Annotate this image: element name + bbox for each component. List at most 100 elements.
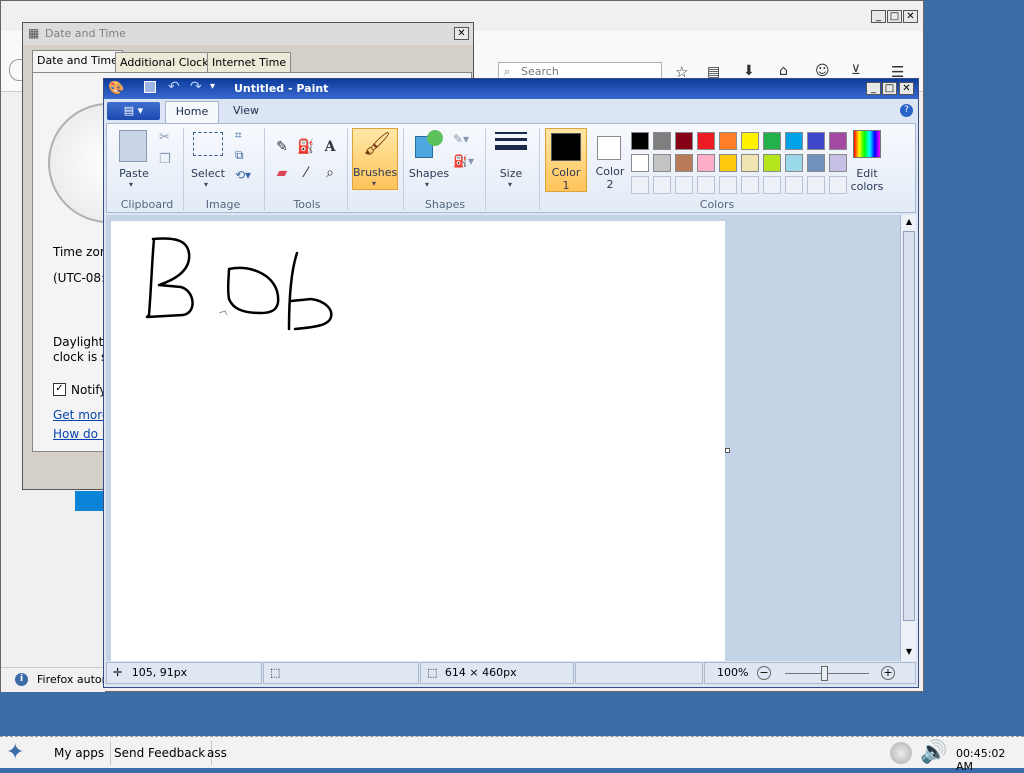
palette-swatch[interactable] (653, 154, 671, 172)
edit-colors-label-1[interactable]: Edit (845, 167, 889, 180)
crop-icon[interactable]: ⌗ (235, 128, 242, 143)
rotate-icon[interactable]: ⟲▾ (235, 168, 251, 182)
paint-minimize-button[interactable]: _ (866, 82, 881, 95)
palette-swatch[interactable] (719, 154, 737, 172)
paint-maximize-button[interactable]: □ (882, 82, 897, 95)
palette-swatch[interactable] (807, 154, 825, 172)
palette-empty-swatch[interactable] (719, 176, 737, 194)
zoom-in-icon[interactable]: + (881, 666, 895, 680)
paste-icon[interactable] (119, 130, 147, 162)
color1-button[interactable]: Color 1 (545, 128, 587, 192)
scroll-up-icon[interactable]: ▲ (902, 215, 916, 229)
close-button[interactable]: ✕ (903, 10, 918, 23)
palette-empty-swatch[interactable] (785, 176, 803, 194)
get-more-link[interactable]: Get more (53, 408, 109, 422)
palette-empty-swatch[interactable] (653, 176, 671, 194)
edit-colors-label-2[interactable]: colors (845, 180, 889, 193)
text-icon[interactable]: A (319, 136, 341, 158)
paste-dropdown-icon[interactable]: ▾ (129, 180, 133, 189)
palette-swatch[interactable] (741, 154, 759, 172)
color-picker-icon[interactable]: ⁄ (295, 162, 317, 184)
palette-empty-swatch[interactable] (763, 176, 781, 194)
palette-swatch[interactable] (741, 132, 759, 150)
firefox-page-button[interactable] (75, 491, 103, 511)
taskbar-ass[interactable]: ass (201, 741, 233, 765)
tab-home[interactable]: Home (165, 101, 219, 123)
face-icon[interactable]: ☺ (815, 63, 830, 79)
moon-icon[interactable] (890, 742, 912, 764)
volume-icon[interactable]: 🔊 (920, 739, 947, 767)
drawing-canvas[interactable] (111, 221, 725, 661)
save-icon[interactable] (144, 81, 156, 93)
canvas-resize-handle[interactable] (725, 448, 730, 453)
paint-close-button[interactable]: ✕ (899, 82, 914, 95)
taskbar-send-feedback[interactable]: Send Feedback (108, 741, 213, 765)
select-dropdown-icon[interactable]: ▾ (204, 180, 208, 189)
palette-swatch[interactable] (631, 132, 649, 150)
palette-swatch[interactable] (719, 132, 737, 150)
palette-empty-swatch[interactable] (631, 176, 649, 194)
palette-swatch[interactable] (807, 132, 825, 150)
palette-empty-swatch[interactable] (675, 176, 693, 194)
size-dropdown-icon[interactable]: ▾ (508, 180, 512, 189)
cut-icon[interactable]: ✂ (159, 130, 170, 145)
palette-swatch[interactable] (697, 154, 715, 172)
notify-checkbox[interactable]: ✓ (53, 383, 66, 396)
palette-swatch[interactable] (785, 154, 803, 172)
palette-swatch[interactable] (785, 132, 803, 150)
palette-swatch[interactable] (675, 132, 693, 150)
paste-button[interactable]: Paste (115, 167, 153, 180)
home-icon[interactable]: ⌂ (779, 63, 788, 79)
color2-button[interactable]: Color 2 (589, 128, 631, 192)
redo-icon[interactable]: ↷ (190, 79, 202, 95)
scrollbar-thumb[interactable] (903, 231, 915, 621)
size-icon[interactable] (495, 132, 527, 160)
tab-date-and-time[interactable]: Date and Time (32, 50, 123, 72)
palette-empty-swatch[interactable] (741, 176, 759, 194)
minimize-button[interactable]: _ (871, 10, 886, 23)
size-button[interactable]: Size (491, 167, 531, 180)
select-button[interactable]: Select (189, 167, 227, 180)
zoom-out-icon[interactable]: − (757, 666, 771, 680)
palette-empty-swatch[interactable] (697, 176, 715, 194)
zoom-slider-thumb[interactable] (821, 666, 828, 681)
outline-icon[interactable]: ✎▾ (453, 132, 469, 146)
start-logo-icon[interactable]: ✦ (6, 739, 42, 767)
tab-internet-time[interactable]: Internet Time (207, 52, 292, 72)
resize-icon[interactable]: ⧉ (235, 148, 244, 163)
palette-empty-swatch[interactable] (807, 176, 825, 194)
vertical-scrollbar[interactable]: ▲ ▼ (900, 215, 916, 661)
help-icon[interactable]: ? (900, 104, 913, 117)
download-icon[interactable]: ⬇ (743, 63, 755, 79)
maximize-button[interactable]: □ (887, 10, 902, 23)
edit-colors-icon[interactable] (853, 130, 881, 158)
magnifier-icon[interactable]: ⌕ (319, 162, 341, 184)
tab-additional-clocks[interactable]: Additional Clocks (115, 52, 220, 72)
pencil-icon[interactable]: ✎ (271, 136, 293, 158)
tab-view[interactable]: View (224, 101, 268, 123)
brushes-button[interactable]: 🖌 Brushes ▾ (352, 128, 398, 190)
undo-icon[interactable]: ↶ (168, 79, 180, 95)
shape-fill-icon[interactable]: ⛽▾ (453, 154, 474, 168)
shapes-button[interactable]: Shapes (407, 167, 451, 180)
dialog-close-button[interactable]: ✕ (454, 27, 469, 40)
select-icon[interactable] (193, 132, 223, 156)
quick-access-dropdown-icon[interactable]: ▾ (210, 81, 215, 92)
eraser-icon[interactable]: ▰ (271, 162, 293, 184)
palette-swatch[interactable] (763, 132, 781, 150)
palette-swatch[interactable] (829, 132, 847, 150)
taskbar-my-apps[interactable]: My apps (48, 741, 112, 765)
copy-icon[interactable]: ❐ (159, 152, 171, 167)
palette-swatch[interactable] (653, 132, 671, 150)
pocket-icon[interactable]: ⊻ (851, 63, 861, 78)
palette-swatch[interactable] (675, 154, 693, 172)
fill-icon[interactable]: ⛽ (295, 136, 317, 158)
shapes-icon[interactable] (415, 130, 443, 160)
paint-menu-button[interactable]: ▤ ▾ (107, 102, 160, 120)
palette-swatch[interactable] (697, 132, 715, 150)
palette-swatch[interactable] (763, 154, 781, 172)
how-do-i-link[interactable]: How do I (53, 427, 105, 441)
palette-swatch[interactable] (631, 154, 649, 172)
shapes-dropdown-icon[interactable]: ▾ (425, 180, 429, 189)
scroll-down-icon[interactable]: ▼ (902, 645, 916, 659)
